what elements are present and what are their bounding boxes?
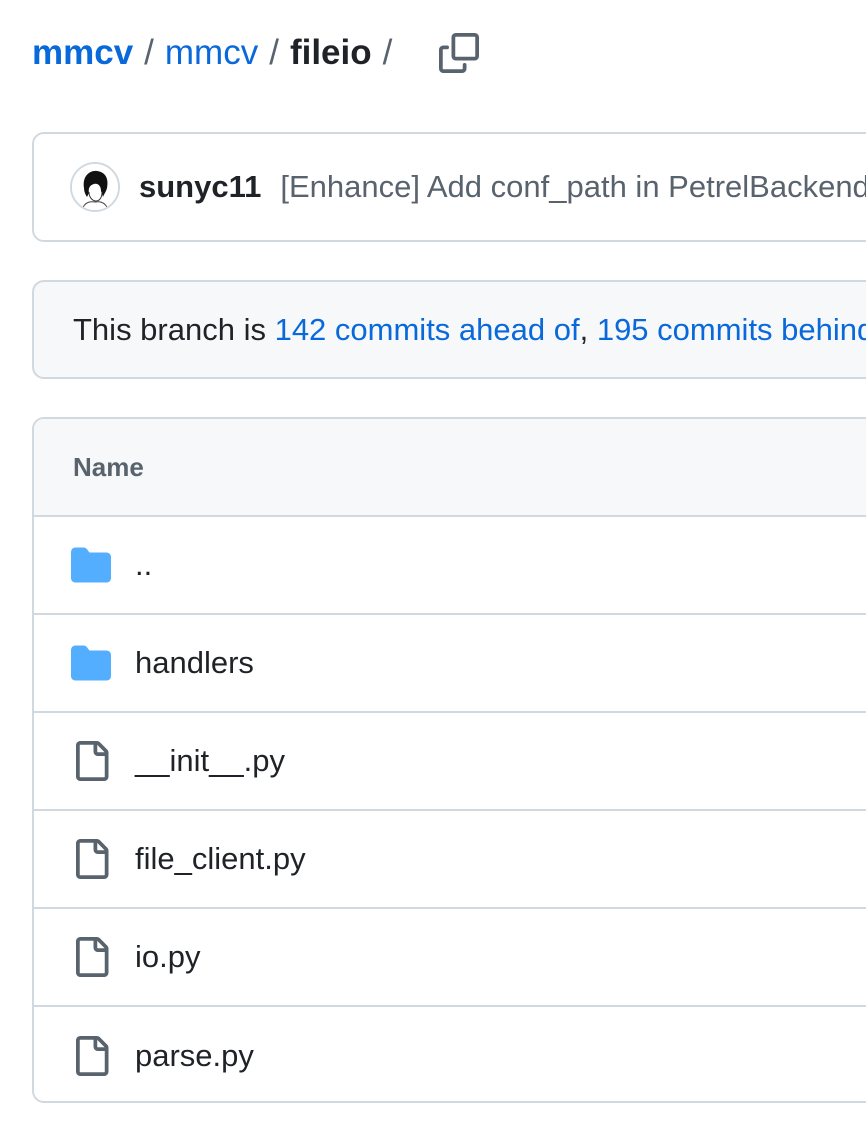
branch-status-box: This branch is 142 commits ahead of, 195… (32, 280, 866, 379)
file-table-header: Name (34, 419, 866, 517)
folder-icon (71, 643, 111, 683)
branch-status-prefix: This branch is (73, 311, 275, 347)
file-icon (71, 1036, 111, 1076)
file-row[interactable]: parse.py (34, 1007, 866, 1101)
file-icon (71, 839, 111, 879)
file-icon (71, 741, 111, 781)
file-row-name[interactable]: .. (135, 547, 152, 583)
breadcrumb-current-folder: fileio (289, 33, 372, 72)
copy-path-button[interactable] (437, 31, 481, 75)
file-table: Name .. handlers __init__.py file_client (32, 417, 866, 1103)
latest-commit-box: sunyc11 [Enhance] Add conf_path in Petre… (32, 132, 866, 242)
file-row-name[interactable]: parse.py (135, 1038, 254, 1074)
avatar[interactable] (70, 162, 120, 212)
file-row[interactable]: __init__.py (34, 713, 866, 811)
folder-icon (71, 545, 111, 585)
branch-status-separator: , (579, 311, 597, 347)
file-icon (71, 937, 111, 977)
breadcrumb-separator: / (144, 33, 154, 72)
file-row[interactable]: file_client.py (34, 811, 866, 909)
copy-icon (439, 33, 480, 73)
breadcrumb-repo-link[interactable]: mmcv (32, 33, 133, 73)
breadcrumb-folder-link[interactable]: mmcv (165, 33, 258, 73)
branch-status-text: This branch is 142 commits ahead of, 195… (73, 312, 866, 348)
commits-behind-link[interactable]: 195 commits behind (597, 312, 866, 347)
file-row-name[interactable]: file_client.py (135, 841, 306, 877)
breadcrumb: mmcv / mmcv / fileio / (32, 26, 481, 80)
file-row-name[interactable]: handlers (135, 645, 254, 681)
parent-directory-row[interactable]: .. (34, 517, 866, 615)
commit-message-link[interactable]: [Enhance] Add conf_path in PetrelBackend (280, 169, 866, 205)
file-row-name[interactable]: __init__.py (135, 743, 285, 779)
commits-ahead-link[interactable]: 142 commits ahead of (275, 312, 580, 347)
avatar-image (72, 164, 118, 210)
commit-author-link[interactable]: sunyc11 (139, 169, 261, 205)
column-header-name: Name (73, 451, 144, 482)
repo-directory-page: mmcv / mmcv / fileio / sunyc11 [Enhance]… (0, 0, 866, 1139)
file-row-name[interactable]: io.py (135, 939, 200, 975)
breadcrumb-separator: / (382, 33, 393, 72)
breadcrumb-separator: / (269, 33, 279, 72)
file-row[interactable]: io.py (34, 909, 866, 1007)
file-row[interactable]: handlers (34, 615, 866, 713)
